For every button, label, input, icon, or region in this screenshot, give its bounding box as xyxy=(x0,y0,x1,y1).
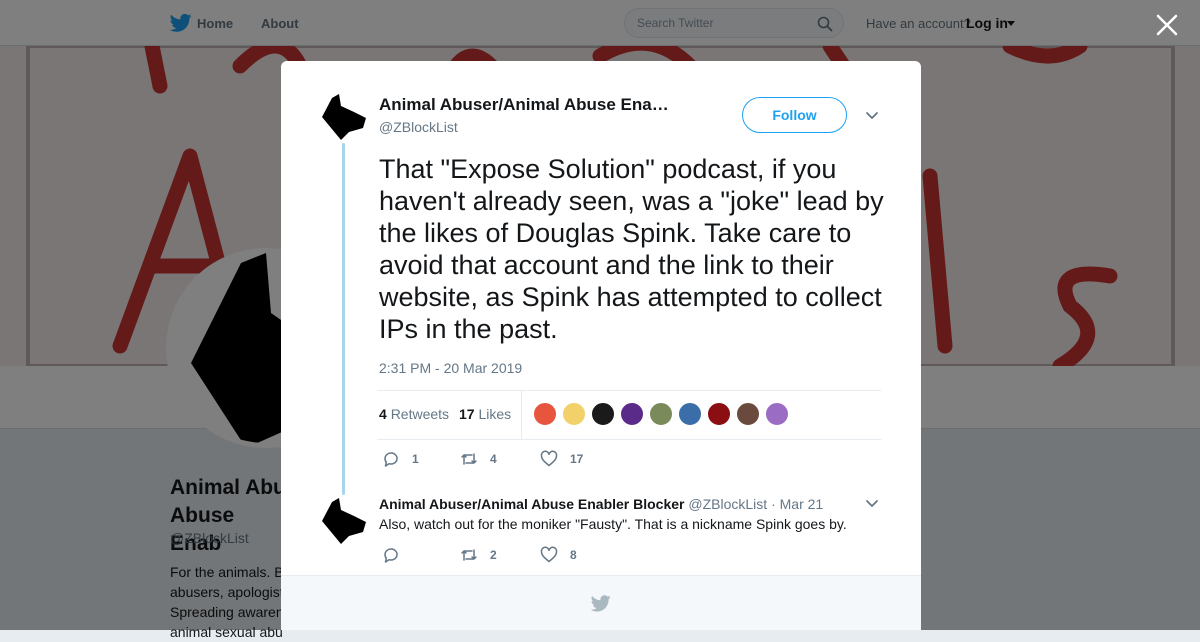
retweets-label: Retweets xyxy=(390,406,450,422)
user-avatar[interactable] xyxy=(319,92,369,142)
liker-avatar[interactable] xyxy=(707,402,731,426)
reply-header: Animal Abuser/Animal Abuse Enabler Block… xyxy=(379,496,823,512)
likes-label: Likes xyxy=(478,406,512,422)
liker-avatar[interactable] xyxy=(736,402,760,426)
reply-date[interactable]: · Mar 21 xyxy=(771,496,823,512)
like-count: 17 xyxy=(570,452,584,466)
reply-icon xyxy=(384,452,398,467)
follow-button[interactable]: Follow xyxy=(742,97,847,133)
liker-avatar[interactable] xyxy=(562,402,586,426)
retweet-icon xyxy=(461,453,477,465)
chevron-down-icon[interactable] xyxy=(865,499,879,509)
tweet-stats: 4 Retweets 17 Likes xyxy=(377,390,881,440)
heart-icon xyxy=(540,546,558,563)
retweets-count: 4 xyxy=(379,406,387,422)
tweet-author-handle[interactable]: @ZBlockList xyxy=(379,119,458,135)
modal-footer xyxy=(281,575,921,630)
tweet-author-name[interactable]: Animal Abuser/Animal Abuse Ena… xyxy=(379,95,699,115)
tweet-text: That "Expose Solution" podcast, if you h… xyxy=(379,154,884,344)
chevron-down-icon[interactable] xyxy=(865,111,879,121)
thread-connector xyxy=(342,143,345,495)
reply-avatar[interactable] xyxy=(319,496,369,546)
stats-divider xyxy=(521,391,522,439)
heart-icon xyxy=(540,450,558,467)
reply-text: Also, watch out for the moniker "Fausty"… xyxy=(379,516,847,532)
reply-icon xyxy=(384,548,398,563)
retweets-stat[interactable]: 4 Retweets xyxy=(379,406,449,422)
tweet-modal: Animal Abuser/Animal Abuse Ena… @ZBlockL… xyxy=(281,61,921,630)
likes-stat[interactable]: 17 Likes xyxy=(459,406,511,422)
retweet-count: 2 xyxy=(490,548,497,562)
retweet-icon xyxy=(461,549,477,561)
reply-author-handle[interactable]: @ZBlockList xyxy=(688,496,767,512)
close-icon[interactable] xyxy=(1154,12,1180,38)
likes-count: 17 xyxy=(459,406,475,422)
liker-avatar[interactable] xyxy=(533,402,557,426)
like-count: 8 xyxy=(570,548,577,562)
reply-author-name[interactable]: Animal Abuser/Animal Abuse Enabler Block… xyxy=(379,496,685,512)
liker-avatar[interactable] xyxy=(649,402,673,426)
liker-avatar[interactable] xyxy=(591,402,615,426)
reply-count: 1 xyxy=(412,452,419,466)
liker-avatar[interactable] xyxy=(765,402,789,426)
liker-avatar[interactable] xyxy=(620,402,644,426)
twitter-bird-icon xyxy=(591,595,611,612)
tweet-timestamp[interactable]: 2:31 PM - 20 Mar 2019 xyxy=(379,360,522,376)
retweet-count: 4 xyxy=(490,452,497,466)
liker-avatar[interactable] xyxy=(678,402,702,426)
